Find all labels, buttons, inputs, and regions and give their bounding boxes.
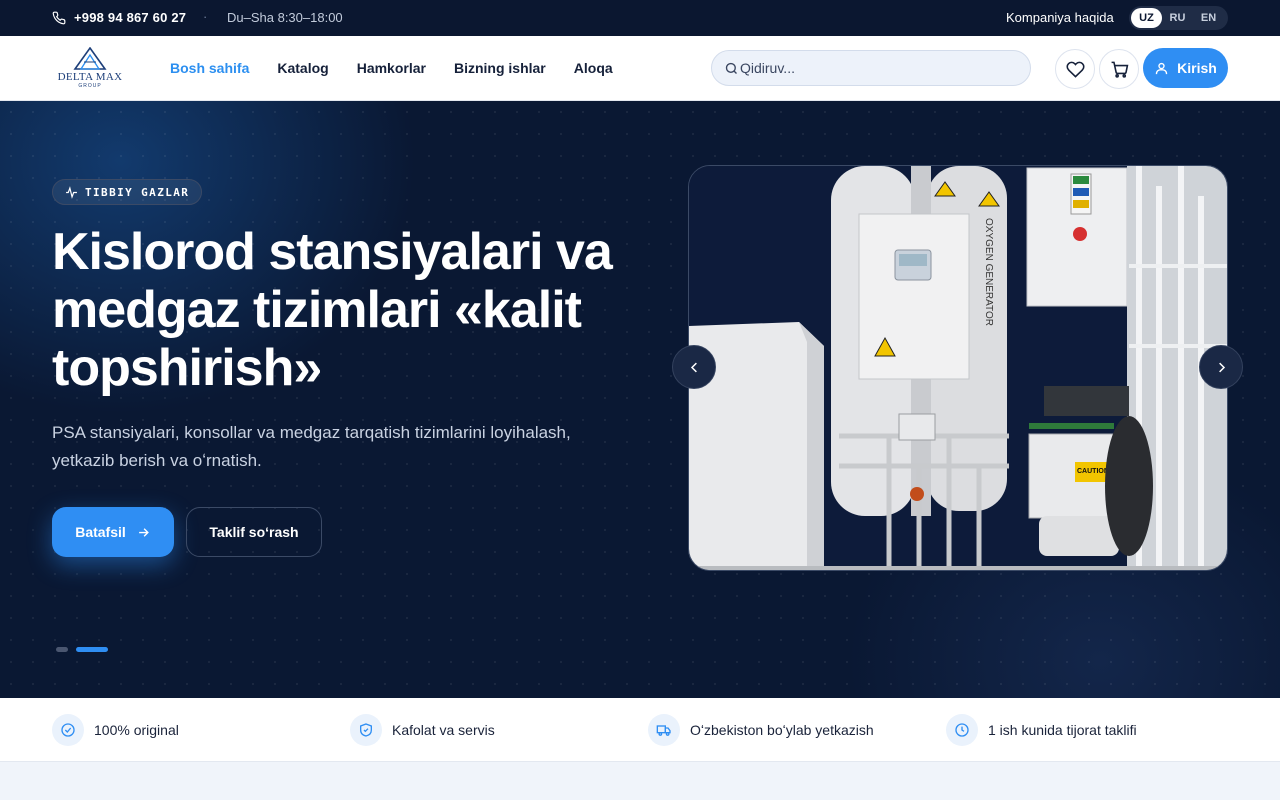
slide-pagination bbox=[56, 647, 108, 652]
chevron-left-icon bbox=[690, 362, 697, 372]
about-company-link[interactable]: Kompaniya haqida bbox=[1006, 10, 1114, 25]
search-icon bbox=[725, 62, 737, 74]
clock-icon bbox=[946, 714, 978, 746]
login-label: Kirish bbox=[1177, 60, 1217, 76]
slider-prev-button[interactable] bbox=[672, 345, 716, 389]
feature-delivery: Oʻzbekiston boʻylab yetkazish bbox=[648, 714, 874, 746]
chevron-right-icon bbox=[1218, 362, 1225, 372]
features-strip: 100% original Kafolat va servis Oʻzbekis… bbox=[0, 698, 1280, 762]
login-button[interactable]: Kirish bbox=[1143, 48, 1228, 88]
logo-subtext: GROUP bbox=[78, 83, 102, 89]
hero-title: Kislorod stansiyalari va medgaz tizimlar… bbox=[52, 223, 613, 397]
language-switcher: UZ RU EN bbox=[1129, 6, 1228, 30]
nav-catalog[interactable]: Katalog bbox=[277, 60, 328, 76]
feature-label: 100% original bbox=[94, 722, 179, 738]
hero-slider: TIBBIY GAZLAR Kislorod stansiyalari va m… bbox=[0, 101, 1280, 698]
logo-text: DELTA MAX bbox=[57, 71, 123, 83]
feature-label: Kafolat va servis bbox=[392, 722, 495, 738]
hero-subtitle: PSA stansiyalari, konsollar va medgaz ta… bbox=[52, 423, 571, 470]
check-circle-icon bbox=[52, 714, 84, 746]
separator-dot: · bbox=[203, 9, 208, 24]
slider-next-button[interactable] bbox=[1199, 345, 1243, 389]
feature-offer: 1 ish kunida tijorat taklifi bbox=[946, 714, 1137, 746]
phone-link[interactable]: +998 94 867 60 27 bbox=[52, 10, 186, 25]
oxygen-generator-illustration: OXYGEN GENERATOR CAUTION bbox=[689, 166, 1227, 570]
main-header: DELTA MAX GROUP Bosh sahifa Katalog Hamk… bbox=[0, 36, 1280, 101]
request-offer-button[interactable]: Taklif soʻrash bbox=[186, 507, 322, 557]
search-box bbox=[711, 50, 1031, 86]
lang-en[interactable]: EN bbox=[1193, 8, 1224, 28]
nav-our-works[interactable]: Bizning ishlar bbox=[454, 60, 546, 76]
nav-contact[interactable]: Aloqa bbox=[574, 60, 613, 76]
wishlist-button[interactable] bbox=[1055, 49, 1095, 89]
caution-label: CAUTION bbox=[1077, 468, 1109, 475]
nav-partners[interactable]: Hamkorlar bbox=[357, 60, 426, 76]
shield-check-icon bbox=[350, 714, 382, 746]
badge-label: TIBBIY GAZLAR bbox=[85, 185, 190, 199]
generator-label: OXYGEN GENERATOR bbox=[983, 218, 994, 326]
feature-label: Oʻzbekiston boʻylab yetkazish bbox=[690, 722, 874, 738]
user-icon bbox=[1155, 62, 1168, 74]
feature-label: 1 ish kunida tijorat taklifi bbox=[988, 722, 1137, 738]
hero-product-image: OXYGEN GENERATOR CAUTION bbox=[688, 165, 1228, 571]
request-offer-label: Taklif soʻrash bbox=[209, 524, 299, 540]
top-bar: +998 94 867 60 27 · Du–Sha 8:30–18:00 Ko… bbox=[0, 0, 1280, 36]
lang-uz[interactable]: UZ bbox=[1131, 8, 1162, 28]
main-nav: Bosh sahifa Katalog Hamkorlar Bizning is… bbox=[170, 60, 613, 76]
logo[interactable]: DELTA MAX GROUP bbox=[54, 46, 126, 92]
heart-icon bbox=[1065, 61, 1085, 78]
category-badge: TIBBIY GAZLAR bbox=[52, 179, 203, 205]
lang-ru[interactable]: RU bbox=[1162, 8, 1193, 28]
arrow-right-icon bbox=[138, 527, 149, 537]
slide-dot-1[interactable] bbox=[56, 647, 68, 652]
search-input[interactable] bbox=[740, 51, 1020, 85]
phone-number: +998 94 867 60 27 bbox=[74, 10, 187, 25]
details-button[interactable]: Batafsil bbox=[52, 507, 174, 557]
nav-home[interactable]: Bosh sahifa bbox=[170, 60, 249, 76]
logo-triangle-icon bbox=[73, 47, 107, 70]
feature-original: 100% original bbox=[52, 714, 179, 746]
pulse-icon bbox=[66, 185, 77, 199]
cart-icon bbox=[1111, 61, 1128, 78]
feature-warranty: Kafolat va servis bbox=[350, 714, 495, 746]
slide-dot-2[interactable] bbox=[76, 647, 108, 652]
phone-icon bbox=[52, 11, 66, 24]
details-button-label: Batafsil bbox=[75, 524, 126, 540]
truck-icon bbox=[648, 714, 680, 746]
cart-button[interactable] bbox=[1099, 49, 1139, 89]
working-hours: Du–Sha 8:30–18:00 bbox=[227, 10, 343, 25]
